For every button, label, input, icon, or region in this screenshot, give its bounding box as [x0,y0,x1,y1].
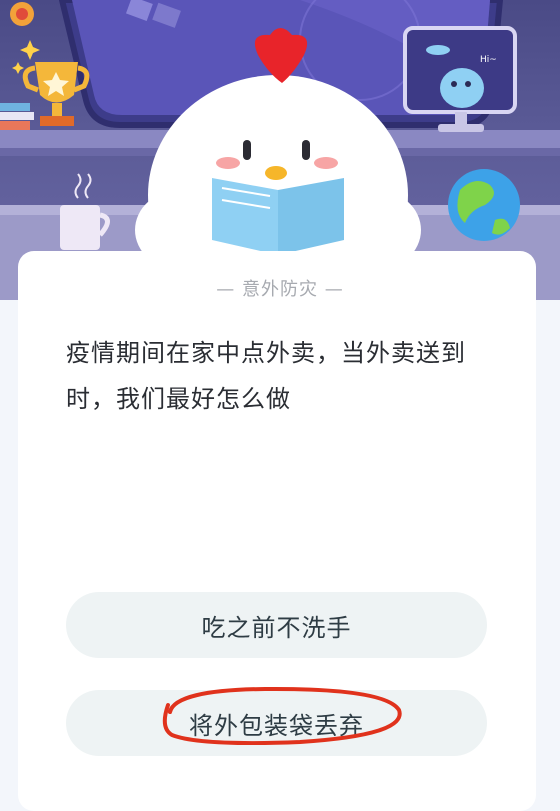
category-label: — 意外防灾 — [216,279,344,300]
answer-option-1[interactable]: 吃之前不洗手 [66,592,487,658]
globe-icon [448,169,520,241]
sparkle-icon [20,40,40,60]
answer-option-1-label: 吃之前不洗手 [201,613,352,642]
answer-option-2[interactable]: 将外包装袋丢弃 [66,690,487,756]
tv-text: Hi~ [480,55,497,65]
books-icon [0,103,34,130]
badge-icon [10,2,34,26]
answer-option-2-label: 将外包装袋丢弃 [189,711,364,740]
question-text: 疫情期间在家中点外卖，当外卖送到时，我们最好怎么做 [66,339,466,413]
